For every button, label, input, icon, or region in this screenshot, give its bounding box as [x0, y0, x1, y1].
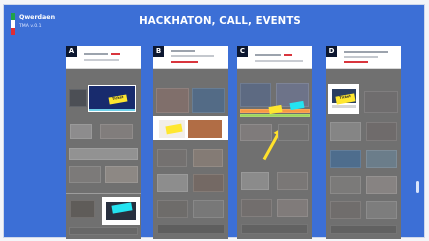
thumbnail — [241, 172, 269, 190]
text-line — [255, 60, 303, 62]
thumbnail — [240, 83, 271, 107]
thumbnail — [156, 88, 189, 113]
divider — [66, 193, 141, 194]
brand-block: Qwerdaen TMA v.0.1 — [11, 13, 55, 39]
text-line — [171, 50, 195, 52]
thumbnail — [192, 88, 225, 113]
green-strip — [240, 114, 310, 117]
thumbnail — [193, 200, 224, 218]
text-line — [84, 53, 108, 55]
brand-subtitle: TMA v.0.1 — [19, 24, 42, 29]
thumbnail — [330, 176, 361, 194]
thumbnail — [277, 172, 308, 190]
panel-letter: C — [237, 46, 248, 57]
flag-icon — [11, 13, 15, 35]
brand-title: Qwerdaen — [19, 14, 56, 21]
thumbnail — [330, 122, 361, 141]
highlight-line — [111, 53, 120, 55]
thumbnail — [69, 166, 101, 183]
panel-d[interactable]: D Ticket — [326, 46, 401, 239]
text-line — [344, 56, 378, 58]
panel-letter: B — [153, 46, 164, 57]
thumbnail — [240, 124, 272, 141]
panel-header — [326, 46, 401, 69]
thumbnail — [278, 124, 309, 141]
image-strip — [89, 109, 135, 111]
panel-letter: D — [326, 46, 337, 57]
panel-b[interactable]: B — [153, 46, 228, 239]
thumbnail — [157, 149, 187, 167]
panel-header — [66, 46, 141, 69]
thumbnail — [330, 150, 361, 168]
thumbnail — [105, 166, 138, 183]
thumbnail — [157, 200, 188, 218]
thumbnail — [366, 176, 397, 194]
thumbnail — [69, 89, 87, 107]
panel-letter: A — [66, 46, 77, 57]
flag-stripe-red — [11, 27, 15, 35]
thumbnail — [366, 150, 397, 168]
thumbnail — [70, 200, 95, 218]
thumbnail — [277, 199, 308, 217]
thumbnail — [157, 224, 225, 234]
event-photo — [188, 120, 222, 138]
thumbnail — [330, 201, 361, 219]
thumbnail — [69, 148, 138, 160]
thumbnail — [70, 124, 92, 139]
thumbnail — [193, 149, 223, 167]
panel-c[interactable]: C — [237, 46, 312, 239]
page-title: HACKHATON, CALL, EVENTS — [139, 16, 301, 27]
thumbnail — [364, 91, 398, 113]
text-line — [344, 51, 388, 53]
thumbnail — [366, 201, 397, 219]
highlight-line — [171, 61, 198, 63]
thumbnail — [157, 174, 188, 192]
thumbnail — [193, 174, 224, 192]
flag-stripe-green — [11, 13, 15, 21]
thumbnail — [241, 199, 272, 217]
highlight-line — [344, 61, 368, 63]
presentation-board: Qwerdaen TMA v.0.1 HACKHATON, CALL, EVEN… — [3, 4, 425, 239]
thumbnail — [366, 122, 397, 141]
highlight-line — [284, 54, 292, 56]
thumbnail — [241, 224, 308, 234]
panel-a[interactable]: A Ticket — [66, 46, 141, 239]
flag-stripe-white — [11, 20, 15, 28]
photo-strip-callout[interactable] — [153, 116, 228, 140]
text-line — [84, 59, 119, 61]
thumbnail — [69, 227, 138, 235]
thumbnail — [330, 225, 397, 234]
panel-header — [237, 46, 312, 69]
text-line — [171, 55, 214, 57]
board-frame: Qwerdaen TMA v.0.1 HACKHATON, CALL, EVEN… — [0, 0, 429, 241]
thumbnail — [100, 124, 133, 139]
panel-header — [153, 46, 228, 69]
caption-line — [332, 105, 356, 108]
scroll-indicator[interactable] — [416, 181, 419, 193]
text-line — [255, 54, 281, 56]
